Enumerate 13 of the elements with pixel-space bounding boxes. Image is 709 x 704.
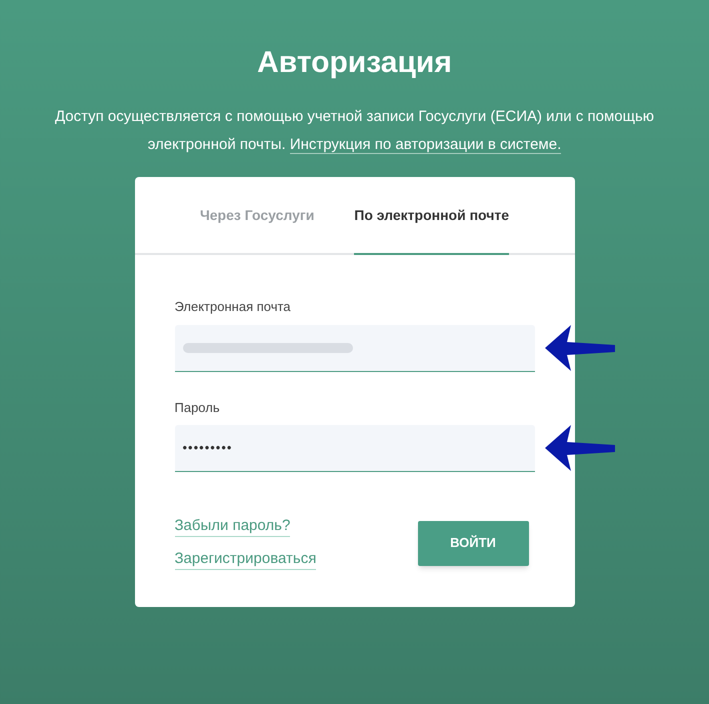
field-label: Электронная почта [174,298,292,316]
text-link[interactable]: Зарегистрироваться [174,549,316,570]
intro-text: Доступ осуществляется с помощью учетной записи Госуслуги (ЕСИА) или с помощью электронной почты. Инструкция по авторизации в системе. [54,107,656,156]
text-link[interactable]: Забыли пароль? [174,516,290,537]
field-label: Пароль [174,398,221,417]
password-value: ••••••••• [182,439,232,458]
tab[interactable]: По электронной почте [354,177,510,255]
instruction-link[interactable]: Инструкция по авторизации в системе. [290,136,562,154]
tab[interactable]: Через Госуслуги [200,177,314,255]
arrow-icon [544,324,614,370]
arrow-icon [544,425,614,471]
page-title: Авторизация [257,45,452,81]
login-button[interactable]: ВОЙТИ [418,520,528,566]
